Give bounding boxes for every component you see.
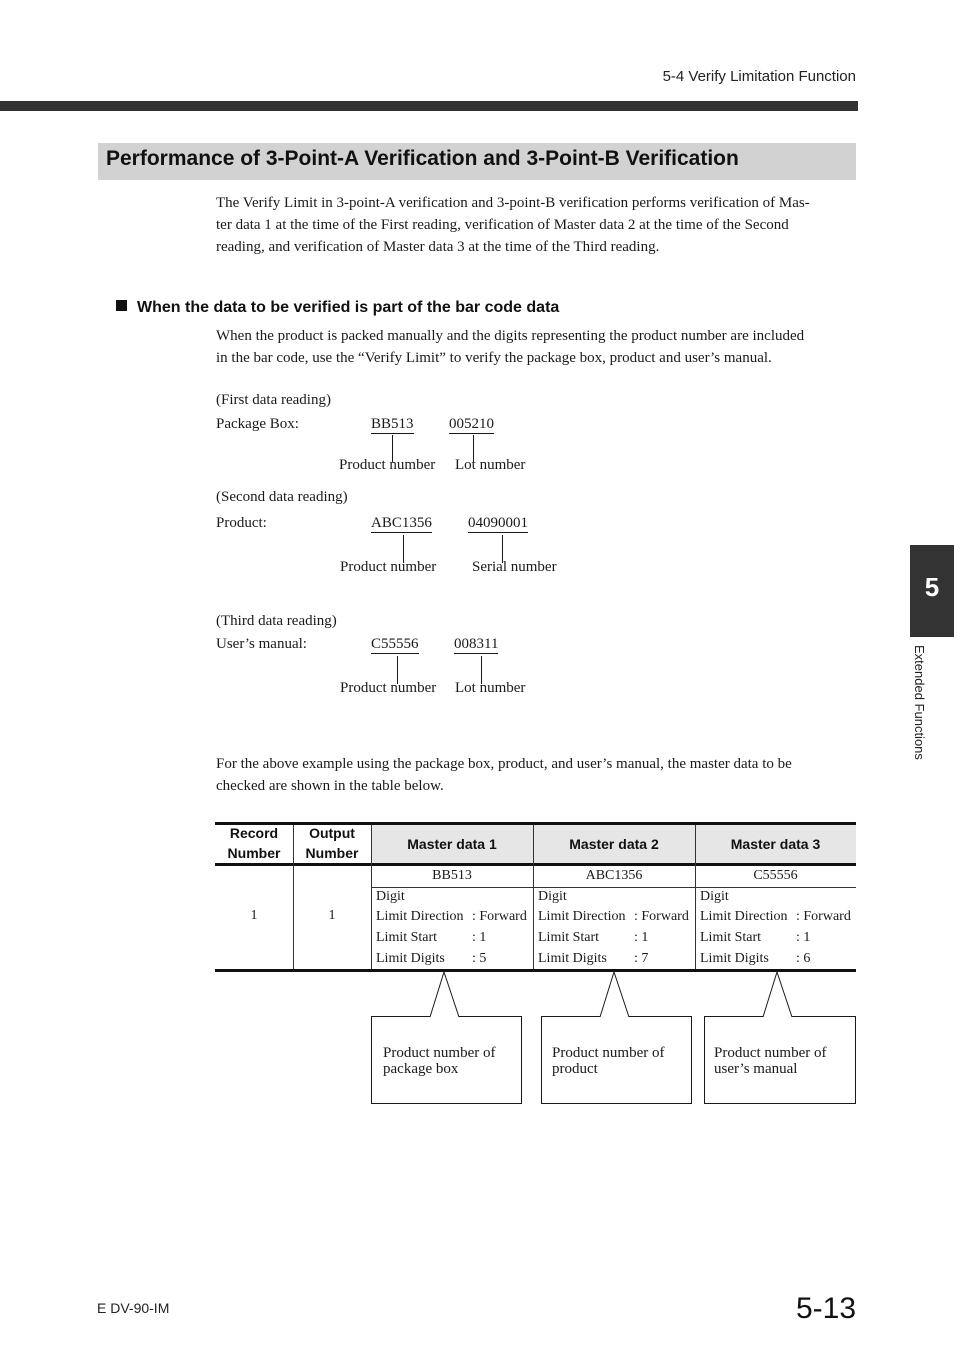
callout-pointer [599, 970, 630, 1018]
callout-pointers [429, 970, 793, 1018]
callout-pointer [429, 970, 460, 1018]
callout-pointer [762, 970, 793, 1018]
document-code: E DV-90-IM [97, 1300, 170, 1316]
chapter-number: 5 [924, 572, 940, 602]
chapter-label: Extended Functions [912, 645, 927, 760]
page-number: 5-13 [795, 1292, 856, 1325]
